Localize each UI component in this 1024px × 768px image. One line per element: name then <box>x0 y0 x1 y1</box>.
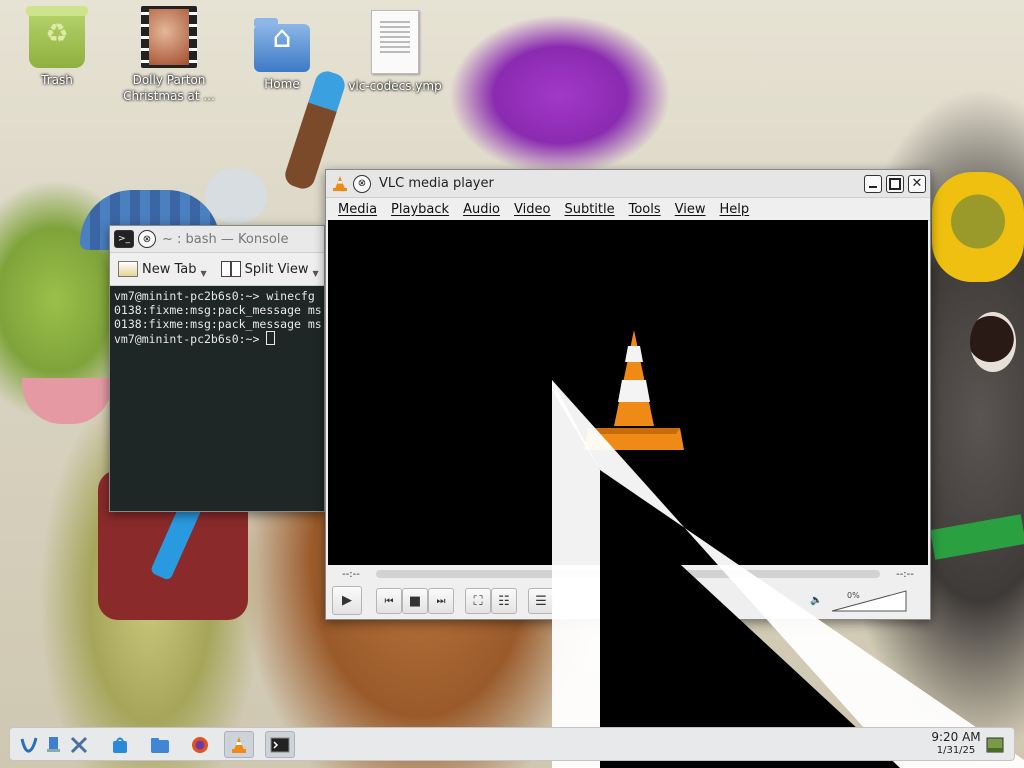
equalizer-icon: ☷ <box>498 593 510 609</box>
vlc-window[interactable]: ⊗ VLC media player ✕ Media Playback Audi… <box>325 169 931 620</box>
stop-icon: ■ <box>408 593 422 609</box>
desktop-icon-label: Dolly Parton Christmas at ... <box>123 73 215 103</box>
wallpaper-hat-ball <box>205 168 267 224</box>
desktop-icon-home[interactable]: Home <box>234 10 330 92</box>
terminal-line: 0138:fixme:msg:pack_message ms <box>114 317 322 331</box>
vlc-titlebar[interactable]: ⊗ VLC media player ✕ <box>326 170 930 198</box>
vlc-title: VLC media player <box>379 176 494 191</box>
konsole-window[interactable]: >_ ⊗ ~ : bash — Konsole New Tab ▼ Split … <box>109 225 325 512</box>
show-desktop-button[interactable] <box>980 731 1010 758</box>
terminal-prompt: vm7@minint-pc2b6s0:~> <box>114 332 267 346</box>
desktop-icon-video-file[interactable]: Dolly Parton Christmas at ... <box>121 6 217 104</box>
desktop-icon-label: Trash <box>41 73 73 87</box>
extended-settings-button[interactable]: ☷ <box>491 588 517 614</box>
clock-time: 9:20 AM <box>931 730 981 744</box>
desktop-icon-label: vlc-codecs.ymp <box>348 79 442 93</box>
chevron-down-icon: ▼ <box>312 268 319 278</box>
new-tab-icon <box>118 261 138 277</box>
menu-help[interactable]: Help <box>720 202 750 217</box>
tools-icon <box>70 736 88 753</box>
taskbar: 9:20 AM 1/31/25 <box>9 727 1015 761</box>
menu-view[interactable]: View <box>675 202 706 217</box>
controls-row: ▶ ⏮ ■ ⏭ ⛶ ☷ ☰ 🔈 0% <box>326 583 930 617</box>
terminal-line: vm7@minint-pc2b6s0:~> winecfg <box>114 289 315 303</box>
vlc-menubar: Media Playback Audio Video Subtitle Tool… <box>326 198 930 221</box>
document-icon <box>371 10 419 74</box>
store-bag-icon <box>113 737 127 753</box>
trash-icon <box>26 6 88 68</box>
playlist-button[interactable]: ☰ <box>528 588 554 614</box>
close-button[interactable]: ✕ <box>908 174 926 193</box>
terminal-output[interactable]: vm7@minint-pc2b6s0:~> winecfg 0138:fixme:… <box>110 286 324 511</box>
playlist-icon: ☰ <box>535 593 547 609</box>
pin-icon[interactable]: ⊗ <box>353 174 371 193</box>
video-area[interactable] <box>328 220 928 565</box>
terminal-icon <box>270 737 290 752</box>
pager-icon <box>47 736 60 752</box>
menu-audio[interactable]: Audio <box>463 202 500 217</box>
menu-video[interactable]: Video <box>514 202 550 217</box>
desktop-icon-ymp-file[interactable]: vlc-codecs.ymp <box>347 10 443 94</box>
wallpaper-eye <box>970 312 1016 372</box>
previous-button[interactable]: ⏮ <box>376 588 402 614</box>
seek-row: --:-- --:-- <box>326 566 930 582</box>
taskbar-discover[interactable] <box>105 731 135 758</box>
menu-playback[interactable]: Playback <box>391 202 449 217</box>
minimize-icon <box>869 185 877 188</box>
clock-date: 1/31/25 <box>936 745 976 756</box>
konsole-titlebar[interactable]: >_ ⊗ ~ : bash — Konsole <box>110 226 324 253</box>
home-folder-icon <box>254 18 310 72</box>
close-icon: ✕ <box>911 176 923 191</box>
minimize-button[interactable] <box>864 174 882 193</box>
desktop-icon-trash[interactable]: Trash <box>9 6 105 88</box>
next-button[interactable]: ⏭ <box>428 588 454 614</box>
firefox-icon <box>192 736 208 753</box>
video-file-icon <box>141 6 197 68</box>
taskbar-vlc[interactable] <box>224 731 254 758</box>
time-elapsed: --:-- <box>342 568 360 580</box>
show-desktop-icon <box>986 737 1004 752</box>
chevron-down-icon: ▼ <box>200 268 207 278</box>
vlc-cone-logo <box>584 330 684 450</box>
taskbar-system-settings[interactable] <box>64 731 94 758</box>
taskbar-konsole[interactable] <box>265 731 295 758</box>
split-view-button[interactable]: Split View ▼ <box>220 261 319 278</box>
launcher-icon <box>20 737 38 753</box>
seek-slider[interactable] <box>376 570 880 578</box>
menu-subtitle[interactable]: Subtitle <box>564 202 614 217</box>
previous-icon: ⏮ <box>384 595 394 607</box>
stop-button[interactable]: ■ <box>402 588 428 614</box>
terminal-cursor <box>266 331 276 345</box>
terminal-line: 0138:fixme:msg:pack_message ms <box>114 303 322 317</box>
volume-slider[interactable] <box>831 590 907 612</box>
terminal-app-icon[interactable]: >_ <box>114 230 134 248</box>
konsole-toolbar: New Tab ▼ Split View ▼ <box>110 253 324 286</box>
folder-icon <box>151 737 169 753</box>
play-icon: ▶ <box>342 593 352 608</box>
split-view-icon <box>220 261 241 277</box>
split-view-label: Split View <box>244 261 309 277</box>
menu-tools[interactable]: Tools <box>629 202 661 217</box>
speaker-icon[interactable]: 🔈 <box>810 595 822 606</box>
pin-icon[interactable]: ⊗ <box>138 230 156 248</box>
clock[interactable]: 9:20 AM 1/31/25 <box>924 731 988 757</box>
taskbar-firefox[interactable] <box>185 731 215 758</box>
next-icon: ⏭ <box>436 595 446 607</box>
terminal-prompt-line: vm7@minint-pc2b6s0:~> <box>114 331 320 346</box>
vlc-cone-icon <box>232 736 246 753</box>
desktop-icon-label: Home <box>264 77 300 91</box>
wallpaper-sunglasses <box>932 172 1024 282</box>
fullscreen-button[interactable]: ⛶ <box>465 588 491 614</box>
maximize-icon <box>889 177 901 190</box>
new-tab-label: New Tab <box>142 261 197 277</box>
vlc-cone-icon[interactable] <box>331 175 349 193</box>
fullscreen-icon: ⛶ <box>473 593 483 609</box>
konsole-title: ~ : bash — Konsole <box>162 231 289 247</box>
taskbar-file-manager[interactable] <box>145 731 175 758</box>
new-tab-button[interactable]: New Tab ▼ <box>118 261 207 278</box>
time-total: --:-- <box>896 568 914 580</box>
menu-media[interactable]: Media <box>338 202 377 217</box>
maximize-button[interactable] <box>886 174 904 193</box>
play-button[interactable]: ▶ <box>332 586 362 615</box>
